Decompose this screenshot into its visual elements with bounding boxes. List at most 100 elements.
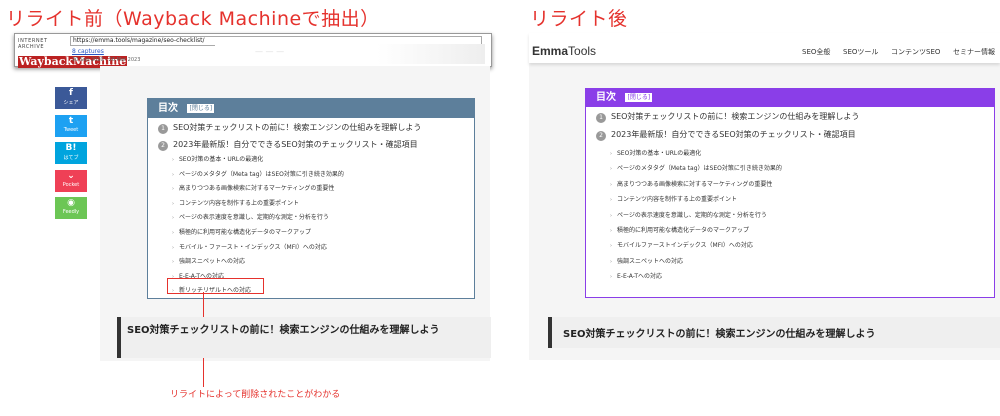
toc-item-text: SEO対策チェックリストの前に！検索エンジンの仕組みを理解しよう xyxy=(611,112,860,121)
toc-subitem[interactable]: › 積極的に利用可能な構造化データのマークアップ xyxy=(610,225,749,234)
share-icon: ◉ xyxy=(67,198,75,208)
share-button[interactable]: ⌄ Pocket xyxy=(55,169,87,192)
share-button[interactable]: B! はてブ xyxy=(55,142,87,164)
wayback-logo-top: INTERNET ARCHIVE xyxy=(18,38,48,50)
annotation-text: リライトによって削除されたことがわかる xyxy=(170,390,341,400)
toc-subitem-text: ページの表示速度を意識し、定期的な測定・分析を行う xyxy=(179,214,329,222)
chevron-right-icon: › xyxy=(172,200,174,207)
chevron-right-icon: › xyxy=(610,181,612,188)
toc-subitem[interactable]: › ページの表示速度を意識し、定期的な測定・分析を行う xyxy=(172,212,329,221)
toc-subitem-text: 積極的に利用可能な構造化データのマークアップ xyxy=(179,229,312,236)
after-toc-close-button[interactable]: [閉じる] xyxy=(625,93,653,102)
toc-subitem-text: SEO対策の基本・URLの最適化 xyxy=(179,156,264,163)
wayback-timeline[interactable]: — — — xyxy=(215,44,485,64)
toc-subitem-text: SEO対策の基本・URLの最適化 xyxy=(617,150,702,157)
toc-subitem[interactable]: › E-E-A-Tへの対応 xyxy=(610,271,662,280)
toc-subitem[interactable]: › 強調スニペットへの対応 xyxy=(172,256,245,265)
after-toc-header: 目次 [閉じる] xyxy=(586,89,994,107)
before-section-heading: SEO対策チェックリストの前に！検索エンジンの仕組みを理解しよう xyxy=(117,317,491,358)
after-section-title: SEO対策チェックリストの前に！検索エンジンの仕組みを理解しよう xyxy=(563,329,876,340)
toc-subitem[interactable]: › ページのメタタグ（Meta tag）はSEO対策に引き続き効果的 xyxy=(172,169,344,178)
toc-item[interactable]: 2 2023年最新版！自分でできるSEO対策のチェックリスト・確認項目 xyxy=(596,129,856,141)
share-button[interactable]: ◉ Feedly xyxy=(55,197,87,219)
share-icon: t xyxy=(68,115,74,126)
share-icon: f xyxy=(69,88,73,98)
share-label: Feedly xyxy=(62,209,80,215)
share-icon: ⌄ xyxy=(67,170,75,181)
toc-subitem-text: コンテンツ内容を制作する上の重要ポイント xyxy=(617,196,738,204)
toc-item-text: SEO対策チェックリストの前に！検索エンジンの仕組みを理解しよう xyxy=(173,123,422,132)
chevron-right-icon: › xyxy=(172,215,174,222)
chevron-right-icon: › xyxy=(610,197,612,204)
toc-subitem[interactable]: › SEO対策の基本・URLの最適化 xyxy=(610,148,701,157)
toc-item-text: 2023年最新版！自分でできるSEO対策のチェックリスト・確認項目 xyxy=(611,130,856,139)
toc-subitem[interactable]: › SEO対策の基本・URLの最適化 xyxy=(172,154,263,163)
after-toc-title: 目次 xyxy=(596,92,616,103)
chevron-right-icon: › xyxy=(610,228,612,234)
toc-subitem-text: モバイルファーストインデックス（MFI）への対応 xyxy=(617,242,753,250)
toc-subitem-text: ページの表示速度を意識し、定期的な測定・分析を行う xyxy=(617,211,767,219)
chevron-right-icon: › xyxy=(172,244,174,251)
nav-seo-tools[interactable]: SEOツール xyxy=(843,47,878,57)
toc-number-badge: 1 xyxy=(158,124,168,134)
chevron-right-icon: › xyxy=(610,243,612,250)
toc-subitem-text: 強調スニペットへの対応 xyxy=(179,258,246,266)
toc-number-badge: 2 xyxy=(158,141,168,151)
toc-subitem[interactable]: › コンテンツ内容を制作する上の重要ポイント xyxy=(172,198,299,207)
chevron-right-icon: › xyxy=(172,186,174,193)
logo-rest: Tools xyxy=(568,44,597,58)
share-label: はてブ xyxy=(63,155,79,161)
before-section-title: SEO対策チェックリストの前に！検索エンジンの仕組みを理解しよう xyxy=(127,325,440,336)
site-logo[interactable]: EmmaTools xyxy=(532,44,596,58)
toc-subitem[interactable]: › 積極的に利用可能な構造化データのマークアップ xyxy=(172,227,311,236)
share-label: シェア xyxy=(63,100,79,106)
before-toc-header: 目次 [閉じる] xyxy=(148,99,474,118)
nav-seminar[interactable]: セミナー情報 xyxy=(953,47,995,57)
wayback-logo[interactable]: INTERNET ARCHIVE WaybackMachine xyxy=(18,38,128,68)
chevron-right-icon: › xyxy=(610,151,612,157)
after-section-heading: SEO対策チェックリストの前に！検索エンジンの仕組みを理解しよう xyxy=(548,317,1000,348)
wayback-date-range: 30 Sep 2020 - 26 Mar 2023 xyxy=(72,57,141,63)
nav-content-seo[interactable]: コンテンツSEO xyxy=(891,47,940,57)
toc-subitem[interactable]: › 高まりつつある画像検索に対するマーケティングの重要性 xyxy=(610,179,772,188)
chevron-right-icon: › xyxy=(172,157,174,163)
share-icon: B! xyxy=(65,143,77,153)
chevron-right-icon: › xyxy=(172,230,174,236)
toc-subitem-text: ページのメタタグ（Meta tag）はSEO対策に引き続き効果的 xyxy=(179,170,344,178)
toc-subitem-text: モバイル・ファースト・インデックス（MFI）への対応 xyxy=(179,243,327,251)
toc-subitem[interactable]: › コンテンツ内容を制作する上の重要ポイント xyxy=(610,194,737,203)
toc-subitem[interactable]: › モバイル・ファースト・インデックス（MFI）への対応 xyxy=(172,242,327,251)
toc-subitem[interactable]: › モバイルファーストインデックス（MFI）への対応 xyxy=(610,240,753,249)
chevron-right-icon: › xyxy=(610,212,612,219)
share-button[interactable]: t Tweet xyxy=(55,114,87,137)
toc-item[interactable]: 1 SEO対策チェックリストの前に！検索エンジンの仕組みを理解しよう xyxy=(158,122,421,134)
toc-number-badge: 1 xyxy=(596,113,606,123)
timeline-faded-text: — — — xyxy=(255,47,285,56)
toc-subitem-text: コンテンツ内容を制作する上の重要ポイント xyxy=(179,199,300,207)
toc-item-text: 2023年最新版！自分でできるSEO対策のチェックリスト・確認項目 xyxy=(173,140,418,149)
toc-subitem[interactable]: › ページの表示速度を意識し、定期的な測定・分析を行う xyxy=(610,210,767,219)
share-label: Pocket xyxy=(62,181,80,188)
chevron-right-icon: › xyxy=(172,259,174,266)
toc-subitem-text: 強調スニペットへの対応 xyxy=(617,257,684,265)
toc-subitem[interactable]: › 高まりつつある画像検索に対するマーケティングの重要性 xyxy=(172,183,334,192)
toc-number-badge: 2 xyxy=(596,131,606,141)
before-toc-close-button[interactable]: [閉じる] xyxy=(187,104,215,113)
toc-item[interactable]: 1 SEO対策チェックリストの前に！検索エンジンの仕組みを理解しよう xyxy=(596,111,859,123)
nav-seo-general[interactable]: SEO全般 xyxy=(802,47,830,57)
toc-subitem[interactable]: › 強調スニペットへの対応 xyxy=(610,256,683,265)
toc-item[interactable]: 2 2023年最新版！自分でできるSEO対策のチェックリスト・確認項目 xyxy=(158,139,418,151)
removed-item-highlight xyxy=(167,278,264,294)
toc-subitem-text: 高まりつつある画像検索に対するマーケティングの重要性 xyxy=(179,185,335,193)
chevron-right-icon: › xyxy=(610,274,612,281)
before-toc-title: 目次 xyxy=(158,103,178,114)
chevron-right-icon: › xyxy=(610,258,612,265)
wayback-captures-link[interactable]: 8 captures xyxy=(72,48,104,55)
share-label: Tweet xyxy=(63,126,79,133)
share-button[interactable]: f シェア xyxy=(55,87,87,109)
toc-subitem-text: ページのメタタグ（Meta tag）はSEO対策に引き続き効果的 xyxy=(617,165,782,173)
toc-subitem[interactable]: › ページのメタタグ（Meta tag）はSEO対策に引き続き効果的 xyxy=(610,163,782,172)
toc-subitem-text: E-E-A-Tへの対応 xyxy=(617,273,663,281)
after-heading: リライト後 xyxy=(530,8,628,30)
after-toc: 目次 [閉じる] 1 SEO対策チェックリストの前に！検索エンジンの仕組みを理解し… xyxy=(585,88,995,298)
